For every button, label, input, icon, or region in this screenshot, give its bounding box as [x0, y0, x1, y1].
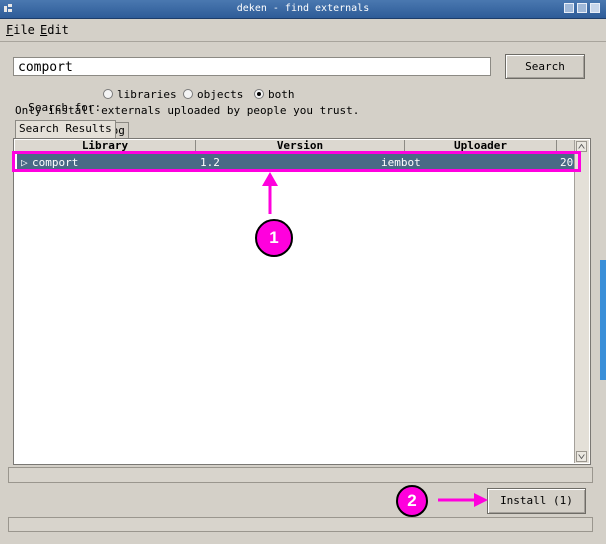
window-title: deken - find externals [236, 3, 370, 14]
radio-both[interactable]: both [254, 88, 295, 101]
maximize-icon[interactable] [577, 3, 587, 13]
menu-file[interactable]: File [6, 23, 35, 37]
radio-libraries[interactable]: libraries [103, 88, 177, 101]
tab-search-results[interactable]: Search Results [15, 120, 116, 138]
callout-1: 1 [255, 219, 293, 257]
minimize-icon[interactable] [564, 3, 574, 13]
vertical-scrollbar[interactable] [574, 140, 589, 463]
install-button[interactable]: Install (1) [487, 488, 586, 514]
arrow-right-icon [438, 493, 488, 507]
close-icon[interactable] [590, 3, 600, 13]
column-header-uploader[interactable]: Uploader [405, 140, 557, 151]
status-bar [8, 517, 593, 532]
radio-icon [103, 89, 113, 99]
trust-note: Only install externals uploaded by peopl… [15, 104, 360, 117]
row-highlight-box [12, 151, 581, 172]
column-header-version[interactable]: Version [196, 140, 405, 151]
search-input[interactable]: comport [13, 57, 491, 76]
menu-bar: File Edit [0, 19, 606, 42]
search-button[interactable]: Search [505, 54, 585, 79]
column-header-library[interactable]: Library [15, 140, 196, 151]
progress-bar [8, 467, 593, 483]
menu-edit[interactable]: Edit [40, 23, 69, 37]
background-edge [600, 260, 606, 380]
title-bar[interactable]: deken - find externals [0, 0, 606, 19]
radio-objects[interactable]: objects [183, 88, 243, 101]
arrow-up-icon [262, 172, 278, 214]
results-list: Library Version Uploader ▷ comport 1.2 i… [13, 138, 591, 465]
radio-icon [183, 89, 193, 99]
scroll-down-icon[interactable] [576, 451, 587, 462]
radio-selected-icon [254, 89, 264, 99]
callout-2: 2 [396, 485, 428, 517]
